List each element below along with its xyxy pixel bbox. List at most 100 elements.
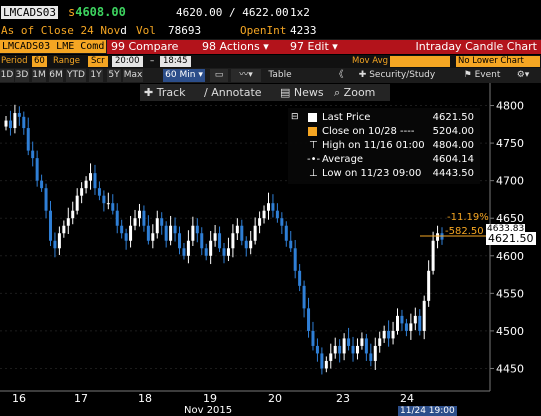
- candle-body: [298, 270, 302, 286]
- actions-button[interactable]: 98 Actions ▾: [198, 40, 290, 54]
- candle-body: [213, 233, 217, 241]
- edit-label: 97 Edit: [290, 40, 329, 53]
- candle-body: [391, 330, 395, 339]
- candle-body: [93, 173, 97, 189]
- magnifier-icon: ⌕: [334, 86, 341, 99]
- bid-ask: 4620.00 / 4622.00: [176, 6, 289, 19]
- candle-body: [178, 233, 182, 249]
- zoom-tool[interactable]: ⌕ Zoom: [334, 85, 375, 101]
- chart-type-icon[interactable]: ▭: [210, 69, 228, 82]
- pct-change-label: -11.19%: [447, 212, 489, 223]
- candle-body: [409, 323, 413, 331]
- candle-body: [40, 180, 44, 189]
- legend-row-last: ⊟ Last Price 4621.50: [288, 111, 480, 124]
- pencil-icon: ∕: [204, 86, 208, 99]
- compare-button[interactable]: 99 Compare: [107, 40, 203, 54]
- ticker-box[interactable]: LMCADS03: [1, 6, 58, 19]
- candle-body: [142, 210, 146, 226]
- security-field[interactable]: LMCADS03 LME Comd: [0, 40, 107, 53]
- range-button-1y[interactable]: 1Y: [89, 69, 103, 82]
- range-button-max[interactable]: Max: [123, 69, 143, 82]
- candle-body: [226, 248, 230, 256]
- event-button[interactable]: ⚑ Event: [458, 69, 506, 82]
- low-marker-icon: ⊥: [309, 168, 318, 179]
- candle-body: [151, 233, 155, 241]
- y-tick-label: 4750: [496, 137, 524, 150]
- y-tick-label: 4700: [496, 175, 524, 188]
- candle-body: [360, 338, 364, 346]
- event-label: Event: [474, 70, 501, 80]
- chart-legend: ⊟ Last Price 4621.50 Close on 10/28 ----…: [288, 108, 480, 184]
- candle-body: [155, 218, 159, 234]
- candle-body: [57, 233, 61, 249]
- candle-body: [13, 113, 17, 129]
- lower-chart-field[interactable]: No Lower Chart: [456, 56, 540, 67]
- candle-body: [191, 225, 195, 241]
- annotate-label: Annotate: [211, 86, 262, 99]
- x-tick-label: 23: [336, 392, 350, 405]
- period-field[interactable]: 60: [32, 56, 47, 67]
- chart-style-icon[interactable]: 〰▾: [231, 69, 261, 82]
- security-study-label: Security/Study: [369, 70, 436, 80]
- range-label: Range: [53, 56, 80, 66]
- flag-icon: ⚑: [463, 70, 472, 80]
- price-value: 4608.00: [75, 5, 126, 19]
- legend-label-high: High on 11/16 01:00: [322, 140, 425, 151]
- candle-body: [44, 188, 48, 211]
- candle-body: [266, 203, 270, 211]
- candle-body: [431, 240, 435, 271]
- settings-icon[interactable]: ⚙▾: [512, 69, 534, 82]
- lower-chart-label: No Lower Chart: [458, 56, 524, 66]
- candle-body: [396, 315, 400, 331]
- candle-body: [369, 353, 373, 361]
- news-icon: ▤: [280, 86, 291, 99]
- candle-body: [48, 210, 52, 241]
- security-study-button[interactable]: ✚ Security/Study: [352, 69, 442, 82]
- range-field[interactable]: Scr: [88, 56, 108, 67]
- study1-field[interactable]: [390, 56, 450, 67]
- track-tool[interactable]: ✚ Track: [144, 85, 186, 101]
- edit-button[interactable]: 97 Edit ▾: [286, 40, 346, 54]
- range-button-1m[interactable]: 1M: [32, 69, 46, 82]
- candle-body: [164, 225, 168, 241]
- annotate-tool[interactable]: ∕ Annotate: [204, 85, 262, 101]
- candle-body: [71, 210, 75, 219]
- range-button-3d[interactable]: 3D: [15, 69, 29, 82]
- table-button[interactable]: Table: [264, 69, 296, 82]
- candle-body: [342, 338, 346, 354]
- ticker-label: LMCADS03: [3, 6, 56, 19]
- chart-title-bar: Intraday Candle Chart: [342, 40, 541, 54]
- candle-body: [186, 240, 190, 256]
- candle-body: [129, 225, 133, 241]
- candle-body: [351, 345, 355, 354]
- candle-body: [200, 233, 204, 249]
- range-button-ytd[interactable]: YTD: [66, 69, 86, 82]
- legend-collapse-icon[interactable]: ⊟: [291, 111, 299, 124]
- news-tool[interactable]: ▤ News: [280, 85, 324, 101]
- candle-body: [235, 225, 239, 234]
- candle-body: [404, 323, 408, 331]
- range-button-6m[interactable]: 6M: [49, 69, 63, 82]
- legend-label-last: Last Price: [322, 112, 371, 123]
- candle-body: [195, 225, 199, 234]
- candle-body: [182, 248, 186, 256]
- y-tick-label: 4450: [496, 362, 524, 375]
- candle-body: [17, 113, 21, 117]
- actions-dropdown-icon: ▾: [263, 40, 269, 53]
- candle-body: [280, 218, 284, 226]
- interval-select[interactable]: 60 Min ▾: [163, 69, 205, 82]
- time-to-field[interactable]: 18:45: [160, 56, 191, 67]
- collapse-left-icon[interactable]: 《: [330, 69, 348, 82]
- candle-body: [333, 345, 337, 354]
- last-price-tag: 4621.50: [486, 232, 536, 245]
- time-from-field[interactable]: 20:00: [112, 56, 143, 67]
- candle-body: [422, 300, 426, 331]
- range-button-1d[interactable]: 1D: [0, 69, 14, 82]
- y-tick-label: 4550: [496, 287, 524, 300]
- candle-body: [31, 150, 35, 159]
- abs-change-label: -582.50: [445, 226, 484, 237]
- x-tick-label: 18: [138, 392, 152, 405]
- range-button-5y[interactable]: 5Y: [107, 69, 121, 82]
- legend-label-close: Close on 10/28 ----: [322, 126, 415, 137]
- candle-body: [427, 270, 431, 301]
